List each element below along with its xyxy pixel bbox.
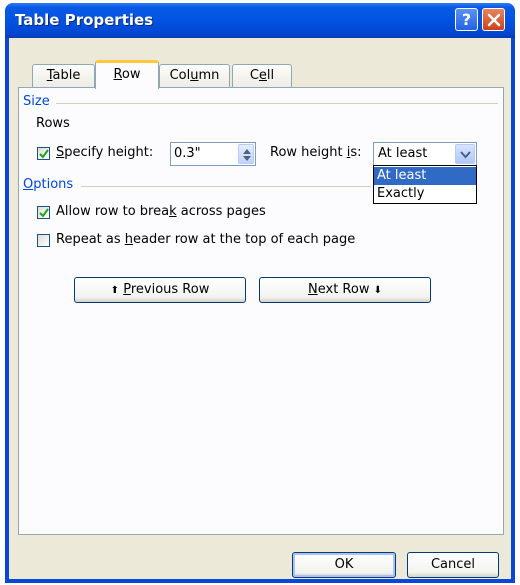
- dialog-window: Table Properties ? Table Row Column Cell…: [5, 3, 515, 583]
- tab-row[interactable]: Row: [95, 60, 159, 89]
- title-bar[interactable]: Table Properties ?: [5, 3, 515, 38]
- tab-column[interactable]: Column: [159, 64, 230, 88]
- dropdown-button[interactable]: [455, 144, 475, 164]
- tab-table[interactable]: Table: [32, 64, 95, 88]
- window-title: Table Properties: [15, 11, 154, 29]
- repeat-header-label[interactable]: Repeat as header row at the top of each …: [56, 232, 355, 247]
- row-height-is-label: Row height is:: [270, 145, 362, 160]
- option-exactly[interactable]: Exactly: [374, 185, 476, 203]
- height-spinner[interactable]: 0.3": [170, 142, 256, 166]
- specify-height-checkbox[interactable]: [37, 147, 50, 160]
- repeat-header-checkbox[interactable]: [37, 234, 50, 247]
- checkmark-icon: [39, 149, 49, 159]
- row-height-selected[interactable]: At least: [378, 146, 427, 161]
- size-divider: [56, 103, 498, 104]
- height-value[interactable]: 0.3": [174, 146, 201, 161]
- ok-button[interactable]: OK: [292, 552, 396, 578]
- close-button[interactable]: [482, 8, 505, 31]
- tab-cell[interactable]: Cell: [232, 64, 292, 88]
- close-icon: [487, 13, 501, 27]
- rows-label: Rows: [36, 116, 70, 131]
- checkmark-icon: [39, 208, 49, 218]
- help-button[interactable]: ?: [455, 8, 478, 31]
- specify-height-label[interactable]: Specify height:: [56, 145, 153, 160]
- allow-break-checkbox[interactable]: [37, 206, 50, 219]
- options-divider: [81, 186, 371, 187]
- spin-down-icon[interactable]: [242, 155, 252, 163]
- up-arrow-icon: ⬆: [110, 285, 120, 296]
- down-arrow-icon: ⬇: [373, 285, 382, 296]
- row-height-dropdown[interactable]: At least: [373, 142, 477, 166]
- spin-up-icon[interactable]: [242, 147, 252, 155]
- row-height-options-list[interactable]: At least Exactly: [373, 165, 477, 204]
- options-section-title: Options: [23, 177, 74, 192]
- chevron-down-icon: [460, 151, 471, 159]
- option-at-least[interactable]: At least: [374, 167, 476, 185]
- previous-row-button[interactable]: ⬆ Previous Row: [74, 277, 246, 303]
- next-row-button[interactable]: Next Row ⬇: [259, 277, 431, 303]
- row-tab-panel: Size Rows Specify height: 0.3" Row heigh…: [18, 87, 504, 535]
- cancel-button[interactable]: Cancel: [407, 552, 499, 578]
- size-section-title: Size: [23, 94, 50, 109]
- dialog-body: Table Row Column Cell Size Rows Specify …: [9, 38, 511, 579]
- allow-break-label[interactable]: Allow row to break across pages: [56, 204, 266, 219]
- spin-buttons[interactable]: [238, 144, 254, 164]
